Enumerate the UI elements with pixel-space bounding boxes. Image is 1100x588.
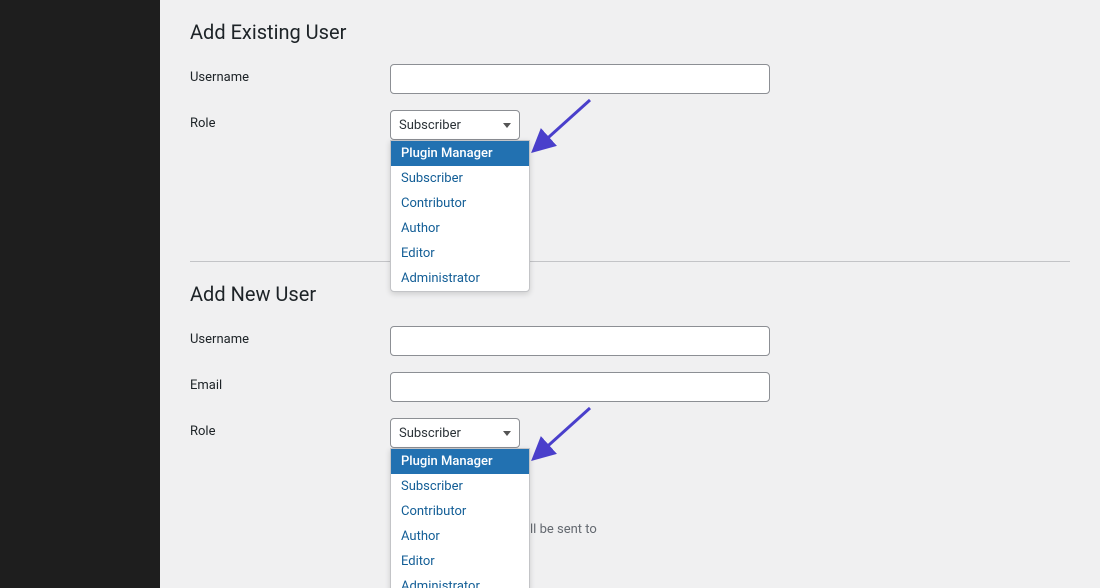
new-role-subscriber[interactable]: Subscriber — [391, 474, 529, 499]
existing-role-dropdown: Plugin Manager Subscriber Contributor Au… — [390, 140, 530, 292]
existing-username-field — [390, 64, 770, 94]
new-role-plugin-manager[interactable]: Plugin Manager — [391, 449, 529, 474]
new-role-value: Subscriber — [399, 426, 461, 441]
password-note-row: A password reset link will be sent to — [190, 518, 1070, 537]
new-role-chevron-icon — [503, 431, 511, 436]
new-role-wrapper: Subscriber Plugin Manager Subscriber Con… — [390, 418, 520, 448]
new-username-input[interactable] — [390, 326, 770, 356]
new-email-label: Email — [190, 372, 390, 393]
add-existing-user-title: Add Existing User — [190, 20, 1070, 44]
new-add-user-row: Add New User — [190, 553, 1070, 584]
existing-role-container: Subscriber Plugin Manager Subscriber Con… — [390, 110, 520, 140]
existing-role-select[interactable]: Subscriber — [390, 110, 520, 140]
existing-role-subscriber[interactable]: Subscriber — [391, 166, 529, 191]
existing-role-plugin-manager[interactable]: Plugin Manager — [391, 141, 529, 166]
new-role-administrator[interactable]: Administrator — [391, 574, 529, 588]
new-role-row: Role Subscriber Plugin Manager Subscribe… — [190, 418, 1070, 448]
new-username-row: Username — [190, 326, 1070, 356]
existing-username-input[interactable] — [390, 64, 770, 94]
existing-role-chevron-icon — [503, 123, 511, 128]
existing-role-contributor[interactable]: Contributor — [391, 191, 529, 216]
existing-role-editor[interactable]: Editor — [391, 241, 529, 266]
main-content: Add Existing User Username Role Subscrib… — [160, 0, 1100, 588]
existing-role-row: Role Subscriber Plugin Manager Subscribe… — [190, 110, 1070, 140]
section-divider — [190, 261, 1070, 262]
new-username-field — [390, 326, 770, 356]
existing-username-row: Username — [190, 64, 1070, 94]
add-new-user-title: Add New User — [190, 282, 1070, 306]
arrow-annotation-1 — [520, 90, 600, 170]
new-role-dropdown: Plugin Manager Subscriber Contributor Au… — [390, 448, 530, 588]
new-role-editor[interactable]: Editor — [391, 549, 529, 574]
new-role-container: Subscriber Plugin Manager Subscriber Con… — [390, 418, 520, 448]
new-username-label: Username — [190, 326, 390, 347]
new-email-input[interactable] — [390, 372, 770, 402]
existing-add-user-row: Add User — [190, 210, 1070, 241]
sidebar — [0, 0, 160, 588]
existing-username-label: Username — [190, 64, 390, 85]
new-role-contributor[interactable]: Contributor — [391, 499, 529, 524]
new-role-label: Role — [190, 418, 390, 439]
existing-role-administrator[interactable]: Administrator — [391, 266, 529, 291]
new-email-row: Email — [190, 372, 1070, 402]
new-role-author[interactable]: Author — [391, 524, 529, 549]
existing-role-author[interactable]: Author — [391, 216, 529, 241]
new-role-select[interactable]: Subscriber — [390, 418, 520, 448]
arrow-annotation-2 — [520, 398, 600, 478]
new-email-field — [390, 372, 770, 402]
existing-role-label: Role — [190, 110, 390, 131]
existing-role-value: Subscriber — [399, 118, 461, 133]
existing-role-wrapper: Subscriber Plugin Manager Subscriber Con… — [390, 110, 520, 140]
